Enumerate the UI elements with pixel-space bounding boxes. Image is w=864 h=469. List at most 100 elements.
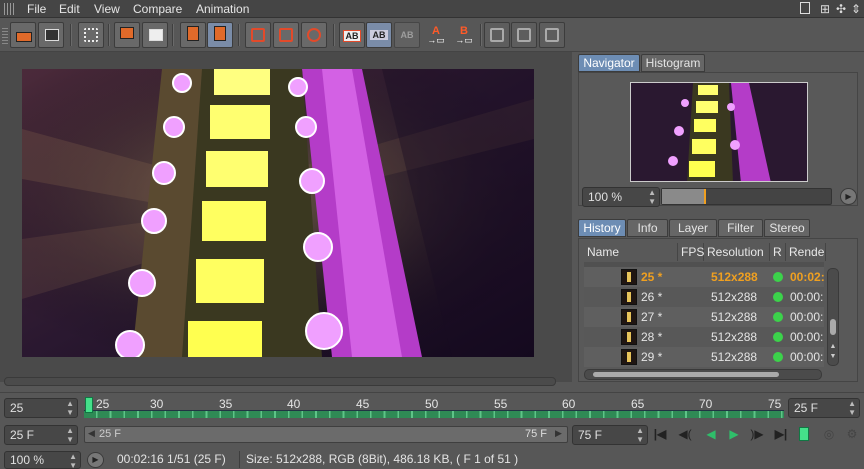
tab-info[interactable]: Info xyxy=(627,219,668,237)
ab-split-button[interactable]: AB xyxy=(366,22,392,48)
compare-mode-1-button[interactable] xyxy=(484,22,510,48)
status-time: 00:02:16 1/51 (25 F) xyxy=(117,452,226,466)
settings-icon[interactable]: ⚙ xyxy=(843,425,861,443)
zoom-slider-handle[interactable] xyxy=(704,189,706,204)
timeline-track[interactable] xyxy=(84,410,784,418)
menu-edit[interactable]: Edit xyxy=(59,2,80,16)
status-play-button[interactable]: ▶ xyxy=(87,452,104,468)
collapse-icon[interactable]: ⇕ xyxy=(849,2,863,16)
set-a-button[interactable]: A →▭ xyxy=(424,22,450,48)
row-resolution: 512x288 xyxy=(711,350,758,364)
ab-icon: AB xyxy=(343,30,361,42)
navigator-play-button[interactable]: ▶ xyxy=(840,188,857,205)
row-name: 29 * xyxy=(641,350,663,364)
navigator-thumbnail[interactable] xyxy=(630,82,808,182)
end-frame-field[interactable]: 25 F ▲ ▼ xyxy=(788,398,860,418)
current-frame-value: 25 xyxy=(10,401,24,415)
tick-label: 25 xyxy=(96,397,110,411)
history-vertical-scrollbar[interactable]: ▲ ▼ xyxy=(827,268,839,366)
grid-settings-button[interactable] xyxy=(78,22,104,48)
navigator-zoom-slider[interactable] xyxy=(661,188,832,205)
history-row[interactable]: 28 * 512x288 00:00: xyxy=(584,327,824,347)
current-frame-field[interactable]: 25 ▲ ▼ xyxy=(4,398,78,418)
ab-button[interactable]: AB xyxy=(339,22,365,48)
toolbar: AB AB AB A →▭ B →▭ xyxy=(0,18,864,52)
history-row[interactable]: 29 * 512x288 00:00: xyxy=(584,347,824,367)
compare-mode-3-button[interactable] xyxy=(539,22,565,48)
crop-view-button[interactable] xyxy=(273,22,299,48)
export-button[interactable] xyxy=(114,22,140,48)
row-thumbnail xyxy=(621,329,637,345)
scroll-thumb[interactable] xyxy=(830,319,836,335)
column-name[interactable]: Name xyxy=(584,243,678,261)
play-forward-icon[interactable]: ▶ xyxy=(725,425,743,443)
tab-histogram[interactable]: Histogram xyxy=(641,54,705,72)
navigator-zoom-field[interactable]: 100 % ▲ ▼ xyxy=(582,187,660,207)
menu-animation[interactable]: Animation xyxy=(196,2,249,16)
tick-label: 60 xyxy=(562,397,576,411)
tab-filter[interactable]: Filter xyxy=(718,219,763,237)
save-as-button[interactable] xyxy=(142,22,168,48)
timeline-ruler[interactable]: 25 30 35 40 45 50 55 60 65 70 75 xyxy=(84,397,784,419)
range-left-handle-icon[interactable]: ◀ xyxy=(88,428,95,439)
history-row[interactable]: 27 * 512x288 00:00: xyxy=(584,307,824,327)
arrow-right-icon: →▭ xyxy=(455,35,473,45)
column-fps[interactable]: FPS xyxy=(678,243,704,261)
copy-all-button[interactable] xyxy=(207,22,233,48)
menu-file[interactable]: File xyxy=(27,2,46,16)
column-resolution[interactable]: Resolution xyxy=(704,243,770,261)
save-button[interactable] xyxy=(38,22,64,48)
step-back-icon[interactable]: ◀( xyxy=(676,425,694,443)
menu-compare[interactable]: Compare xyxy=(133,2,182,16)
tab-history[interactable]: History xyxy=(578,219,626,237)
tick-label: 45 xyxy=(356,397,370,411)
spinner-icon: ▲ ▼ xyxy=(66,426,74,444)
spinner-icon: ▲ ▼ xyxy=(69,452,77,469)
range-end-field[interactable]: 75 F ▲ ▼ xyxy=(572,425,648,445)
step-forward-icon[interactable]: )▶ xyxy=(748,425,766,443)
new-panel-icon[interactable]: ⊞ xyxy=(818,2,832,16)
go-to-end-icon[interactable]: ▶| xyxy=(772,425,790,443)
menu-view[interactable]: View xyxy=(94,2,120,16)
layout-icon[interactable] xyxy=(800,2,810,14)
grip-icon xyxy=(4,3,16,15)
scroll-down-icon[interactable]: ▼ xyxy=(828,353,838,360)
open-file-button[interactable] xyxy=(10,22,36,48)
loop-icon[interactable]: ◎ xyxy=(820,425,838,443)
scroll-thumb[interactable] xyxy=(593,372,779,377)
arrow-right-icon: →▭ xyxy=(427,35,445,45)
status-zoom-field[interactable]: 100 % ▲ ▼ xyxy=(4,451,81,469)
copy-button[interactable] xyxy=(180,22,206,48)
ab-swap-icon: AB xyxy=(400,30,414,40)
go-to-start-icon[interactable]: |◀ xyxy=(651,425,669,443)
row-name: 28 * xyxy=(641,330,663,344)
range-right-handle-icon[interactable]: ▶ xyxy=(555,428,562,439)
row-name: 25 * xyxy=(641,270,663,284)
play-backward-icon[interactable]: ◀ xyxy=(702,425,720,443)
history-horizontal-scrollbar[interactable] xyxy=(584,369,822,380)
crop-button[interactable] xyxy=(245,22,271,48)
row-render-time: 00:00: xyxy=(790,330,824,344)
tab-stereo[interactable]: Stereo xyxy=(764,219,810,237)
scroll-up-icon[interactable]: ▲ xyxy=(828,343,838,350)
ab-swap-button[interactable]: AB xyxy=(394,22,420,48)
tab-navigator[interactable]: Navigator xyxy=(578,54,640,72)
history-row[interactable]: 25 * 512x288 00:02: xyxy=(584,267,825,287)
loop-mode-icon[interactable] xyxy=(799,427,809,441)
preview-range-slider[interactable]: ◀ 25 F 75 F ▶ xyxy=(84,426,568,443)
status-image-info: Size: 512x288, RGB (8Bit), 486.18 KB, ( … xyxy=(246,452,519,466)
column-r[interactable]: R xyxy=(770,243,786,261)
move-icon[interactable]: ✣ xyxy=(834,2,848,16)
viewer-horizontal-scrollbar[interactable] xyxy=(4,377,556,386)
set-b-button[interactable]: B →▭ xyxy=(452,22,478,48)
compare-mode-2-button[interactable] xyxy=(511,22,537,48)
row-resolution: 512x288 xyxy=(711,290,758,304)
range-start-field[interactable]: 25 F ▲ ▼ xyxy=(4,425,78,445)
export-icon xyxy=(120,27,134,39)
tab-layer[interactable]: Layer xyxy=(669,219,717,237)
stereo-button[interactable] xyxy=(301,22,327,48)
column-render[interactable]: Render xyxy=(786,243,826,261)
row-resolution: 512x288 xyxy=(711,310,758,324)
timeline-playhead[interactable] xyxy=(85,397,93,413)
history-row[interactable]: 26 * 512x288 00:00: xyxy=(584,287,824,307)
